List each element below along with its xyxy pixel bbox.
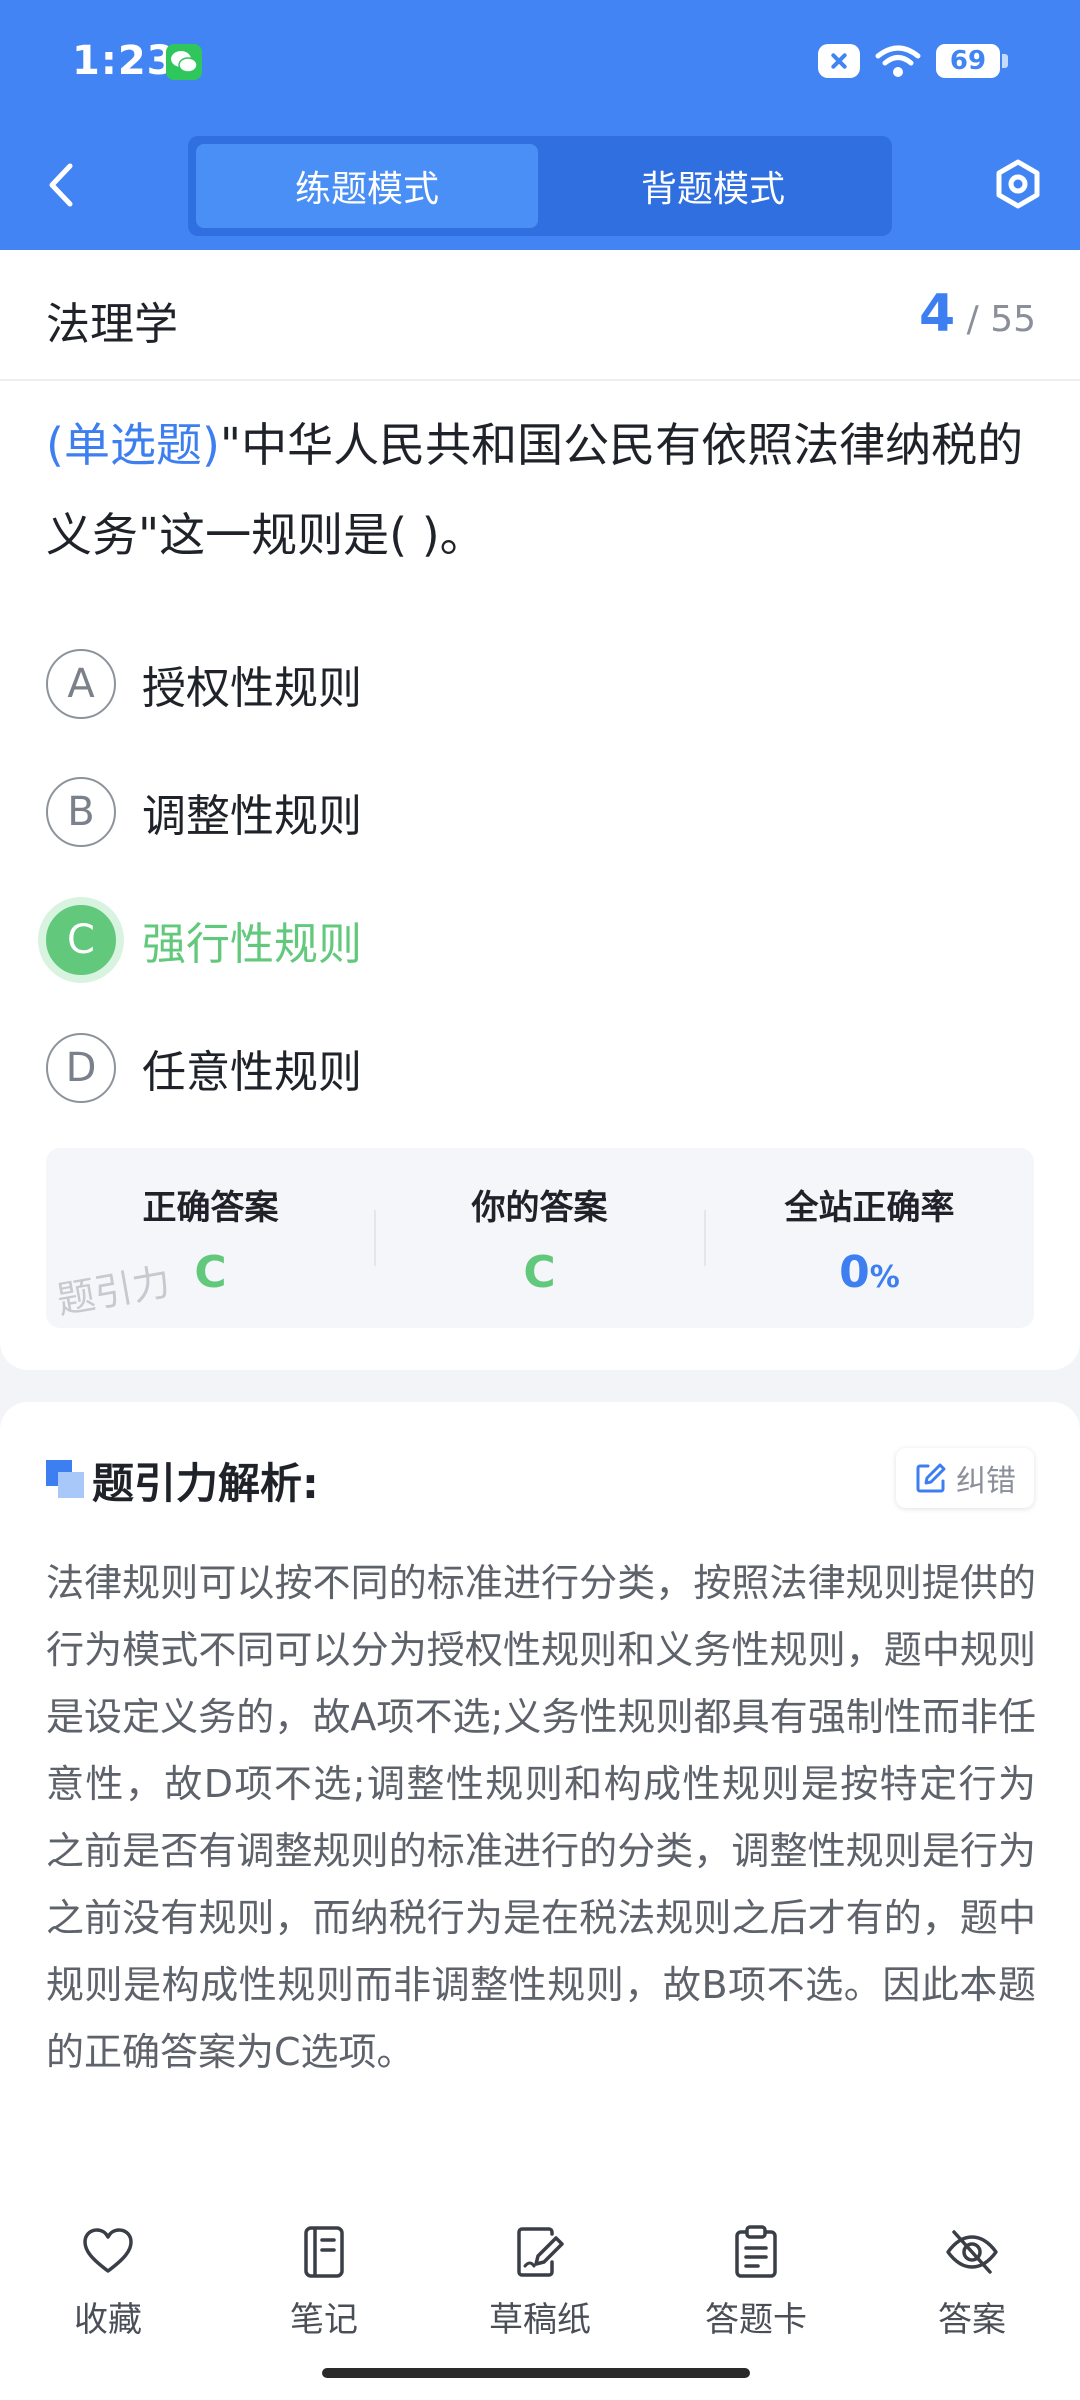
total-questions: 55 xyxy=(990,299,1036,340)
analysis-card: 题引力解析: 纠错 法律规则可以按不同的标准进行分类，按照法律规则提供的行为模式… xyxy=(0,1402,1080,2162)
status-icons: 69 xyxy=(818,44,1008,78)
heart-icon xyxy=(83,2228,133,2273)
notes-button[interactable]: 笔记 xyxy=(216,2224,432,2341)
your-answer-value: C xyxy=(523,1247,556,1298)
option-letter: D xyxy=(46,1033,116,1103)
favorite-button[interactable]: 收藏 xyxy=(0,2224,216,2341)
mode-switch: 练题模式 背题模式 xyxy=(188,136,892,236)
option-text: 强行性规则 xyxy=(142,919,362,970)
tab-memorize-mode[interactable]: 背题模式 xyxy=(542,144,884,228)
eye-off-icon xyxy=(946,2230,998,2274)
back-arrow-icon[interactable] xyxy=(42,160,82,210)
question-progress: 4 / 55 xyxy=(919,284,1036,344)
wechat-notification-icon xyxy=(166,44,202,80)
progress-separator: / xyxy=(966,299,979,340)
tab-practice-mode[interactable]: 练题模式 xyxy=(196,144,538,228)
option-a[interactable]: A 授权性规则 xyxy=(46,648,362,720)
answer-sheet-button[interactable]: 答题卡 xyxy=(648,2224,864,2341)
question-card: 法理学 4 / 55 (单选题)"中华人民共和国公民有依照法律纳税的义务"这一规… xyxy=(0,250,1080,1370)
subject-title: 法理学 xyxy=(46,299,178,350)
draft-paper-button[interactable]: 草稿纸 xyxy=(432,2224,648,2341)
accuracy-rate-unit: % xyxy=(869,1260,900,1295)
answer-summary: 正确答案 C 你的答案 C 全站正确率 0% 题引力 xyxy=(46,1148,1034,1328)
sim-off-icon xyxy=(818,44,860,78)
question-type-label: (单选题) xyxy=(46,418,220,472)
clipboard-icon xyxy=(735,2225,777,2278)
wifi-icon xyxy=(875,45,921,77)
header: 1:23 69 练题模式 背题模式 xyxy=(0,0,1080,250)
analysis-text: 法律规则可以按不同的标准进行分类，按照法律规则提供的行为模式不同可以分为授权性规… xyxy=(46,1561,1036,2074)
option-b[interactable]: B 调整性规则 xyxy=(46,776,362,848)
question-text: (单选题)"中华人民共和国公民有依照法律纳税的义务"这一规则是( )。 xyxy=(46,400,1036,580)
your-answer-label: 你的答案 xyxy=(471,1188,608,1228)
accuracy-rate-value: 0% xyxy=(705,1247,1034,1298)
divider xyxy=(0,379,1080,381)
option-text: 任意性规则 xyxy=(142,1047,362,1098)
option-letter: C xyxy=(46,905,116,975)
your-answer-block: 你的答案 C xyxy=(375,1148,704,1328)
accuracy-rate-block: 全站正确率 0% xyxy=(705,1148,1034,1328)
report-error-label: 纠错 xyxy=(956,1464,1016,1499)
option-text: 授权性规则 xyxy=(142,663,362,714)
battery-indicator: 69 xyxy=(936,44,1008,78)
notes-label: 笔记 xyxy=(290,2300,358,2340)
bottom-toolbar: 收藏 笔记 草稿纸 答题卡 答案 xyxy=(0,2162,1080,2400)
show-answer-button[interactable]: 答案 xyxy=(864,2224,1080,2341)
accuracy-rate-number: 0 xyxy=(839,1247,870,1298)
correct-answer-label: 正确答案 xyxy=(142,1188,279,1228)
show-answer-label: 答案 xyxy=(938,2300,1006,2340)
draft-pen-icon xyxy=(517,2227,564,2277)
accuracy-rate-label: 全站正确率 xyxy=(784,1188,955,1228)
edit-icon xyxy=(916,1463,946,1493)
answer-sheet-label: 答题卡 xyxy=(705,2300,807,2340)
option-letter: B xyxy=(46,777,116,847)
draft-paper-label: 草稿纸 xyxy=(489,2300,591,2340)
option-d[interactable]: D 任意性规则 xyxy=(46,1032,362,1104)
option-c[interactable]: C 强行性规则 xyxy=(46,904,362,976)
favorite-label: 收藏 xyxy=(74,2300,142,2340)
notebook-icon xyxy=(304,2226,344,2278)
option-text: 调整性规则 xyxy=(142,791,362,842)
settings-icon[interactable] xyxy=(992,158,1044,210)
status-time: 1:23 xyxy=(72,38,176,84)
current-question-number: 4 xyxy=(918,284,956,344)
option-letter: A xyxy=(46,649,116,719)
analysis-squares-icon xyxy=(46,1460,84,1498)
report-error-button[interactable]: 纠错 xyxy=(896,1448,1034,1508)
analysis-title: 题引力解析: xyxy=(92,1459,319,1508)
home-indicator[interactable] xyxy=(322,2368,750,2378)
